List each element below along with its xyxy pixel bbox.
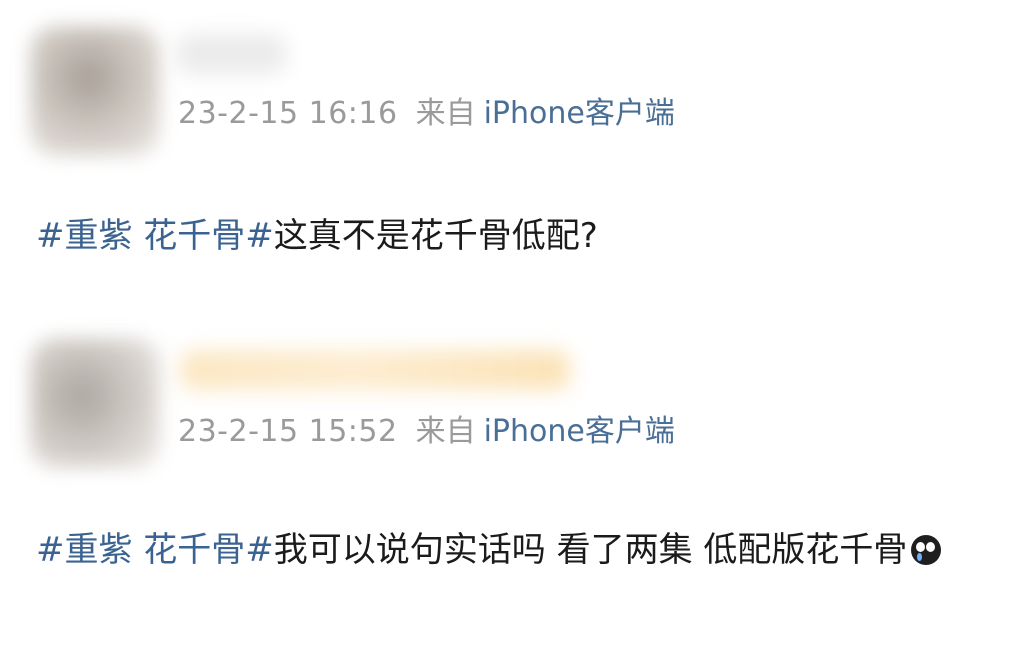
- post-timestamp: 23-2-15 16:16: [178, 96, 398, 131]
- post-content: #重紫 花千骨#我可以说句实话吗 看了两集 低配版花千骨: [36, 522, 984, 578]
- post-timestamp: 23-2-15 15:52: [178, 414, 398, 449]
- post-meta: 23-2-15 15:52 来自 iPhone客户端: [178, 412, 675, 452]
- topic-link[interactable]: #重紫 花千骨#: [36, 216, 274, 256]
- avatar[interactable]: [30, 338, 160, 468]
- source-prefix: 来自: [415, 96, 476, 131]
- username-blurred[interactable]: [176, 34, 286, 74]
- post-text: 这真不是花千骨低配?: [273, 216, 598, 256]
- post-content: #重紫 花千骨#这真不是花千骨低配?: [36, 208, 984, 264]
- post-2: 23-2-15 15:52 来自 iPhone客户端 #重紫 花千骨#我可以说句实话…: [0, 320, 1024, 671]
- username-blurred[interactable]: [180, 350, 570, 390]
- post-text: 我可以说句实话吗 看了两集 低配版花千骨: [273, 530, 908, 570]
- source-client-link[interactable]: iPhone客户端: [484, 414, 675, 449]
- avatar[interactable]: [30, 26, 160, 156]
- topic-link[interactable]: #重紫 花千骨#: [36, 530, 274, 570]
- post-1: 23-2-15 16:16 来自 iPhone客户端 #重紫 花千骨#这真不是花千骨…: [0, 0, 1024, 320]
- post-meta: 23-2-15 16:16 来自 iPhone客户端: [178, 94, 675, 134]
- source-prefix: 来自: [415, 414, 476, 449]
- source-client-link[interactable]: iPhone客户端: [484, 96, 675, 131]
- crying-face-icon: [911, 535, 942, 565]
